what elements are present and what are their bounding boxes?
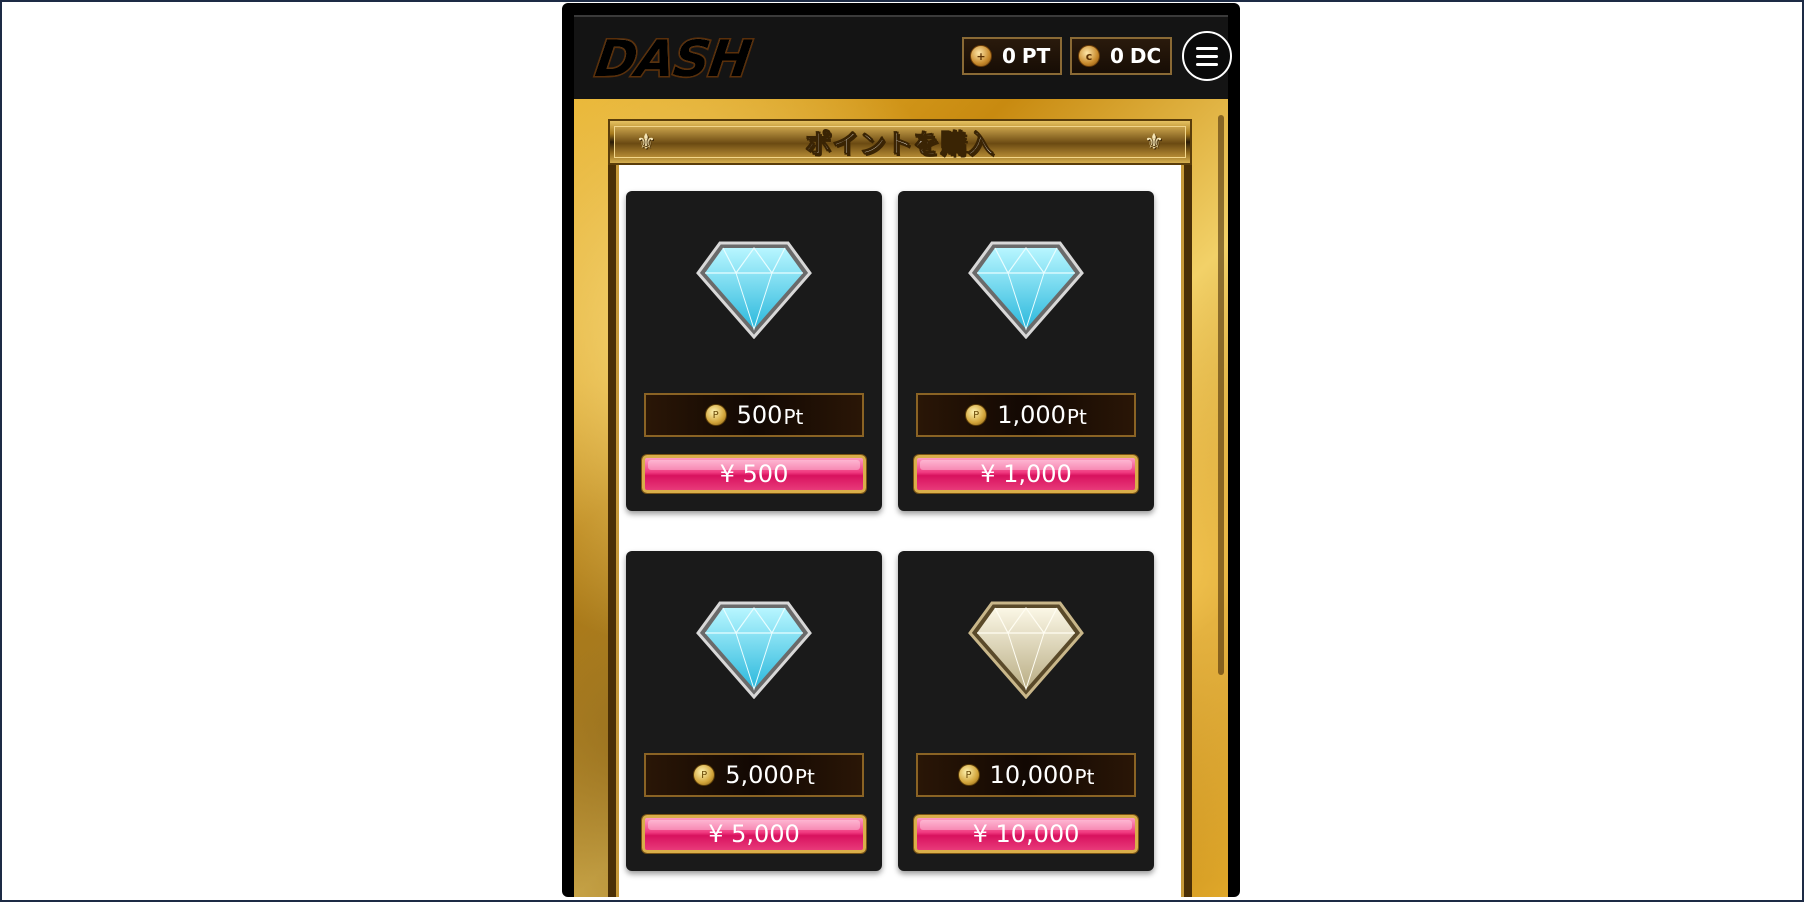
- fleur-de-lis-icon: ⚜: [636, 130, 656, 155]
- buy-1000-button[interactable]: ¥ 1,000: [914, 455, 1138, 493]
- hamburger-icon: [1196, 62, 1218, 66]
- price-label: ¥ 10,000: [972, 820, 1080, 848]
- product-panel: P 500 Pt ¥ 500 P 1,000 Pt ¥ 1,000 P 5,00…: [608, 165, 1192, 897]
- points-balance[interactable]: + 0 PT: [962, 37, 1062, 75]
- price-label: ¥ 5,000: [708, 820, 800, 848]
- blue-diamond-icon: [968, 241, 1084, 339]
- product-card[interactable]: P 10,000 Pt ¥ 10,000: [898, 551, 1154, 871]
- point-coin-icon: P: [693, 764, 716, 786]
- buy-500-button[interactable]: ¥ 500: [642, 455, 866, 493]
- point-coin-icon: +: [970, 45, 992, 67]
- points-amount: 0: [1002, 44, 1016, 68]
- fleur-de-lis-icon: ⚜: [1144, 130, 1164, 155]
- point-coin-icon: P: [957, 764, 980, 786]
- buy-5000-button[interactable]: ¥ 5,000: [642, 815, 866, 853]
- top-header: DASH DASH + 0 PT c 0 DC: [574, 15, 1232, 101]
- dash-logo[interactable]: DASH: [592, 30, 780, 88]
- points-unit: PT: [1021, 44, 1051, 68]
- dc-amount: 0: [1110, 44, 1124, 68]
- price-label: ¥ 1,000: [980, 460, 1072, 488]
- menu-button[interactable]: [1182, 31, 1232, 81]
- section-title-bar: ⚜ ポイントを購入 ⚜: [608, 119, 1192, 165]
- points-value: 500: [736, 401, 783, 429]
- gold-background: ⚜ ポイントを購入 ⚜ P 500 Pt ¥ 500 P 1,000 Pt ¥ …: [574, 99, 1228, 897]
- dash-coin-icon: c: [1078, 45, 1100, 67]
- hamburger-icon: [1196, 46, 1218, 50]
- points-unit: Pt: [1066, 405, 1087, 429]
- points-value: 5,000: [725, 761, 794, 789]
- buy-10000-button[interactable]: ¥ 10,000: [914, 815, 1138, 853]
- points-unit: Pt: [1074, 765, 1095, 789]
- product-card[interactable]: P 1,000 Pt ¥ 1,000: [898, 191, 1154, 511]
- product-card[interactable]: P 5,000 Pt ¥ 5,000: [626, 551, 882, 871]
- dc-unit: DC: [1129, 44, 1162, 68]
- points-amount-bar: P 1,000 Pt: [916, 393, 1136, 437]
- product-card[interactable]: P 500 Pt ¥ 500: [626, 191, 882, 511]
- blue-diamond-icon: [696, 241, 812, 339]
- points-amount-bar: P 5,000 Pt: [644, 753, 864, 797]
- points-value: 1,000: [997, 401, 1066, 429]
- point-coin-icon: P: [965, 404, 988, 426]
- hamburger-icon: [1196, 54, 1218, 58]
- points-amount-bar: P 10,000 Pt: [916, 753, 1136, 797]
- scrollbar[interactable]: [1218, 115, 1224, 675]
- section-title: ポイントを購入: [805, 129, 995, 160]
- points-amount-bar: P 500 Pt: [644, 393, 864, 437]
- points-value: 10,000: [989, 761, 1074, 789]
- blue-diamond-icon: [696, 601, 812, 699]
- points-unit: Pt: [783, 405, 804, 429]
- point-coin-icon: P: [704, 404, 727, 426]
- price-label: ¥ 500: [719, 460, 789, 488]
- white-diamond-icon: [968, 601, 1084, 699]
- mobile-viewport: DASH DASH + 0 PT c 0 DC ⚜ ポイントを購入 ⚜: [562, 3, 1240, 897]
- points-unit: Pt: [794, 765, 815, 789]
- dc-balance[interactable]: c 0 DC: [1070, 37, 1172, 75]
